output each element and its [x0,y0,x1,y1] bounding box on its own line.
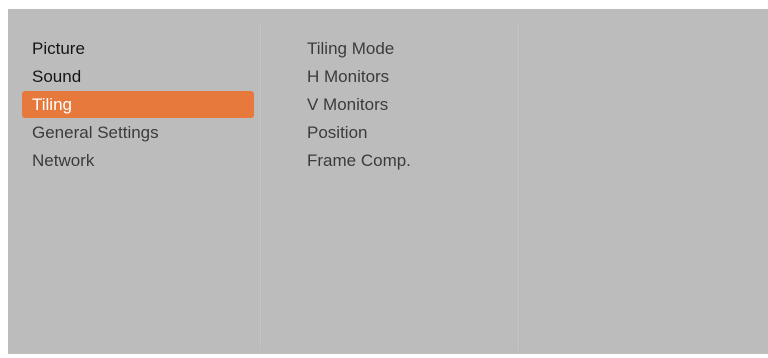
submenu-item-h-monitors[interactable]: H Monitors [297,63,507,90]
value-column [520,9,768,354]
osd-menu-panel: Picture Sound Tiling General Settings Ne… [8,9,768,354]
menu-item-network[interactable]: Network [22,147,254,174]
menu-item-picture[interactable]: Picture [22,35,254,62]
submenu-item-tiling-mode[interactable]: Tiling Mode [297,35,507,62]
menu-item-general-settings[interactable]: General Settings [22,119,254,146]
main-menu-column: Picture Sound Tiling General Settings Ne… [8,9,260,354]
submenu-item-v-monitors[interactable]: V Monitors [297,91,507,118]
submenu-item-position[interactable]: Position [297,119,507,146]
menu-item-sound[interactable]: Sound [22,63,254,90]
menu-item-tiling[interactable]: Tiling [22,91,254,118]
submenu-item-frame-comp[interactable]: Frame Comp. [297,147,507,174]
tiling-submenu-column: Tiling Mode H Monitors V Monitors Positi… [262,9,518,354]
